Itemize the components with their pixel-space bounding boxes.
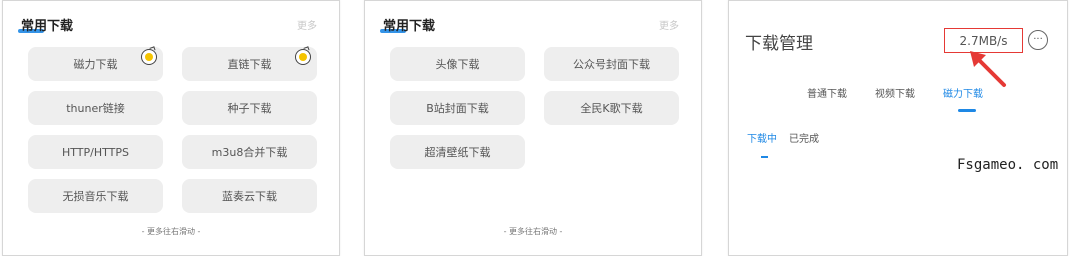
wechat-cover-download-button[interactable]: 公众号封面下载 <box>544 47 679 81</box>
coin-badge-icon <box>141 49 157 65</box>
swipe-hint: - 更多往右滑动 - <box>141 227 201 236</box>
http-https-button[interactable]: HTTP/HTTPS <box>28 135 163 169</box>
swipe-hint: - 更多往右滑动 - <box>503 227 563 236</box>
subtab-downloading[interactable]: 下载中 <box>747 130 777 145</box>
download-manager-panel: 下载管理 2.7MB/s ··· 普通下载 视频下载 磁力下载 下载中 已完成 … <box>728 0 1068 256</box>
more-link[interactable]: 更多 <box>659 17 679 32</box>
active-tab-indicator <box>958 109 976 112</box>
common-downloads-panel-1: 常用下载 更多 磁力下载 直链下载 thuner链接 种子下载 HTTP/HTT… <box>2 0 340 256</box>
direct-link-download-button[interactable]: 直链下载 <box>182 47 317 81</box>
avatar-download-button[interactable]: 头像下载 <box>390 47 525 81</box>
tab-normal-download[interactable]: 普通下载 <box>807 85 847 100</box>
magnet-download-button[interactable]: 磁力下载 <box>28 47 163 81</box>
m3u8-merge-download-button[interactable]: m3u8合并下载 <box>182 135 317 169</box>
section-header: 常用下载 <box>18 15 73 34</box>
torrent-download-button[interactable]: 种子下载 <box>182 91 317 125</box>
common-downloads-panel-2: 常用下载 更多 头像下载 公众号封面下载 B站封面下载 全民K歌下载 超清壁纸下… <box>364 0 702 256</box>
coin-badge-icon <box>295 49 311 65</box>
tab-video-download[interactable]: 视频下载 <box>875 85 915 100</box>
subtab-completed[interactable]: 已完成 <box>789 130 819 145</box>
karaoke-download-button[interactable]: 全民K歌下载 <box>544 91 679 125</box>
red-arrow-icon <box>970 51 1006 87</box>
hd-wallpaper-download-button[interactable]: 超清壁纸下载 <box>390 135 525 169</box>
thuner-link-button[interactable]: thuner链接 <box>28 91 163 125</box>
section-header: 常用下载 <box>380 15 435 34</box>
active-subtab-indicator <box>761 156 768 158</box>
page-title: 下载管理 <box>745 34 813 54</box>
more-link[interactable]: 更多 <box>297 17 317 32</box>
watermark: Fsgameo. com <box>957 157 1059 173</box>
bilibili-cover-download-button[interactable]: B站封面下载 <box>390 91 525 125</box>
lanzou-download-button[interactable]: 蓝奏云下载 <box>182 179 317 213</box>
tab-magnet-download[interactable]: 磁力下载 <box>943 85 983 100</box>
lossless-music-download-button[interactable]: 无损音乐下载 <box>28 179 163 213</box>
more-options-icon[interactable]: ··· <box>1028 30 1048 50</box>
